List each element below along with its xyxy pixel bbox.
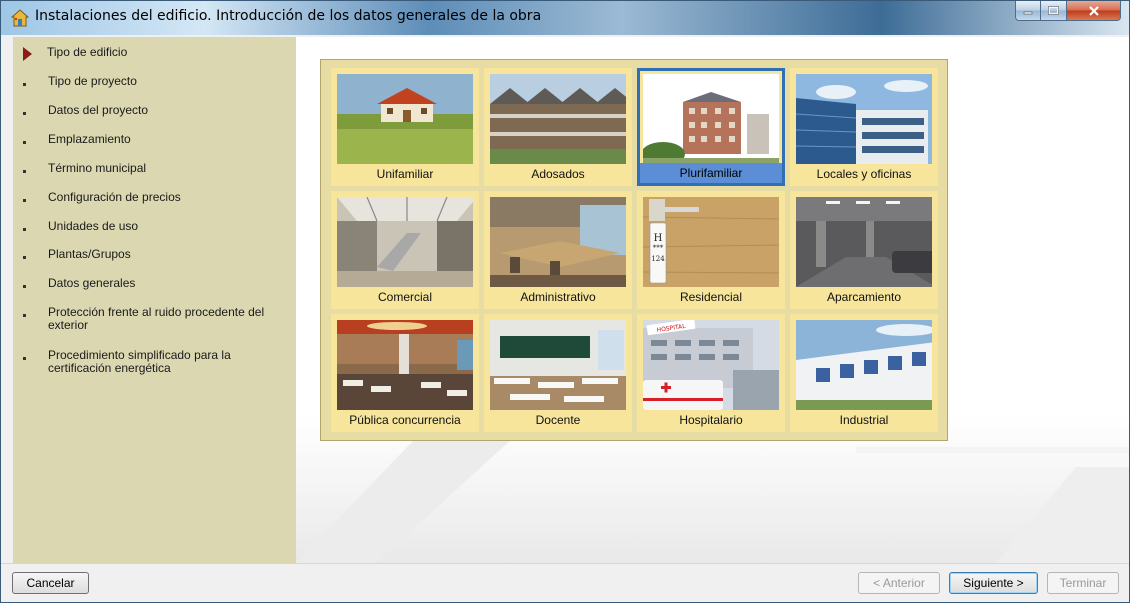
bullet-icon xyxy=(23,256,26,259)
hotel-sign-stars: *** xyxy=(653,244,664,252)
publica-concurrencia-photo xyxy=(337,320,473,410)
sidebar-item-label: Emplazamiento xyxy=(48,132,131,146)
window-title: Instalaciones del edificio. Introducción… xyxy=(35,8,542,24)
residencial-photo: H *** 124 xyxy=(643,197,779,287)
finish-button[interactable]: Terminar xyxy=(1047,572,1119,594)
docente-photo xyxy=(490,320,626,410)
window-controls xyxy=(1015,1,1121,21)
maximize-button[interactable] xyxy=(1041,1,1067,21)
sidebar-item-label: Datos del proyecto xyxy=(48,103,149,117)
bullet-icon xyxy=(23,357,26,360)
cancel-button[interactable]: Cancelar xyxy=(12,572,89,594)
minimize-icon xyxy=(1023,11,1033,14)
content-area: Unifamiliar Adosados Plurifamiliar Local… xyxy=(296,37,1129,563)
bullet-icon xyxy=(23,141,26,144)
sidebar-item-label: Configuración de precios xyxy=(48,190,181,204)
sidebar-item-label: Plantas/Grupos xyxy=(48,247,131,261)
tile-label: Industrial xyxy=(839,413,889,427)
sidebar-item-configuracion-de-precios[interactable]: Configuración de precios xyxy=(19,191,278,205)
bullet-icon xyxy=(23,83,26,86)
close-button[interactable] xyxy=(1067,1,1121,21)
plurifamiliar-photo xyxy=(643,74,779,164)
sidebar-item-termino-municipal[interactable]: Término municipal xyxy=(19,162,278,176)
tile-comercial[interactable]: Comercial xyxy=(331,191,479,309)
administrativo-photo xyxy=(490,197,626,287)
hotel-sign-letter: H xyxy=(654,233,663,244)
tile-label: Residencial xyxy=(679,290,743,304)
sidebar-item-tipo-de-edificio[interactable]: Tipo de edificio xyxy=(19,45,277,61)
sidebar-item-emplazamiento[interactable]: Emplazamiento xyxy=(19,133,278,147)
bullet-icon xyxy=(23,112,26,115)
tile-docente[interactable]: Docente xyxy=(484,314,632,432)
tile-residencial[interactable]: H *** 124 Residencial xyxy=(637,191,785,309)
tile-unifamiliar[interactable]: Unifamiliar xyxy=(331,68,479,186)
dialog-footer: Cancelar < Anterior Siguiente > Terminar xyxy=(1,563,1129,602)
tile-label: Docente xyxy=(535,413,581,427)
steps-sidebar: Tipo de edificio Tipo de proyecto Datos … xyxy=(13,37,296,563)
bullet-icon xyxy=(23,314,26,317)
adosados-photo xyxy=(490,74,626,164)
tile-label: Unifamiliar xyxy=(376,167,434,181)
tile-industrial[interactable]: Industrial xyxy=(790,314,938,432)
hotel-sign-number: 124 xyxy=(651,255,665,263)
tile-label: Pública concurrencia xyxy=(349,413,461,427)
tile-label: Locales y oficinas xyxy=(816,167,912,181)
active-step-arrow-icon xyxy=(23,47,32,61)
hospitalario-photo: HOSPITAL xyxy=(643,320,779,410)
sidebar-item-label: Tipo de proyecto xyxy=(48,74,137,88)
bullet-icon xyxy=(23,199,26,202)
tile-label: Comercial xyxy=(377,290,432,304)
bullet-icon xyxy=(23,228,26,231)
close-icon xyxy=(1088,5,1099,16)
previous-button[interactable]: < Anterior xyxy=(858,572,940,594)
tile-adosados[interactable]: Adosados xyxy=(484,68,632,186)
sidebar-item-tipo-de-proyecto[interactable]: Tipo de proyecto xyxy=(19,75,278,89)
sidebar-item-label: Datos generales xyxy=(48,276,136,290)
sidebar-item-proteccion-ruido[interactable]: Protección frente al ruido procedente de… xyxy=(19,306,278,332)
sidebar-item-label: Tipo de edificio xyxy=(47,45,128,59)
tile-hospitalario[interactable]: HOSPITAL Hospitalario xyxy=(637,314,785,432)
tile-label: Aparcamiento xyxy=(826,290,902,304)
unifamiliar-photo xyxy=(337,74,473,164)
tile-administrativo[interactable]: Administrativo xyxy=(484,191,632,309)
title-bar[interactable]: Instalaciones del edificio. Introducción… xyxy=(1,1,1129,35)
tile-publica-concurrencia[interactable]: Pública concurrencia xyxy=(331,314,479,432)
comercial-photo xyxy=(337,197,473,287)
tile-locales-y-oficinas[interactable]: Locales y oficinas xyxy=(790,68,938,186)
locales-oficinas-photo xyxy=(796,74,932,164)
sidebar-item-datos-generales[interactable]: Datos generales xyxy=(19,277,278,291)
industrial-photo xyxy=(796,320,932,410)
sidebar-item-label: Protección frente al ruido procedente de… xyxy=(48,305,265,332)
tile-plurifamiliar[interactable]: Plurifamiliar xyxy=(637,68,785,186)
sidebar-item-label: Unidades de uso xyxy=(48,219,139,233)
dialog-window: Instalaciones del edificio. Introducción… xyxy=(0,0,1130,603)
sidebar-item-datos-del-proyecto[interactable]: Datos del proyecto xyxy=(19,104,278,118)
bullet-icon xyxy=(23,170,26,173)
sidebar-item-unidades-de-uso[interactable]: Unidades de uso xyxy=(19,220,278,234)
sidebar-item-label: Procedimiento simplificado para la certi… xyxy=(48,348,231,375)
aparcamiento-photo xyxy=(796,197,932,287)
app-house-icon xyxy=(11,9,29,27)
tile-label: Administrativo xyxy=(520,290,596,304)
sidebar-item-certificacion-energetica[interactable]: Procedimiento simplificado para la certi… xyxy=(19,349,278,375)
tile-label: Plurifamiliar xyxy=(640,163,782,183)
tile-aparcamiento[interactable]: Aparcamiento xyxy=(790,191,938,309)
minimize-button[interactable] xyxy=(1015,1,1041,21)
sidebar-item-plantas-grupos[interactable]: Plantas/Grupos xyxy=(19,248,278,262)
bullet-icon xyxy=(23,285,26,288)
tile-label: Adosados xyxy=(531,167,585,181)
tile-label: Hospitalario xyxy=(679,413,743,427)
maximize-icon xyxy=(1048,6,1059,15)
next-button[interactable]: Siguiente > xyxy=(949,572,1038,594)
sidebar-item-label: Término municipal xyxy=(48,161,147,175)
building-type-panel: Unifamiliar Adosados Plurifamiliar Local… xyxy=(320,59,948,441)
